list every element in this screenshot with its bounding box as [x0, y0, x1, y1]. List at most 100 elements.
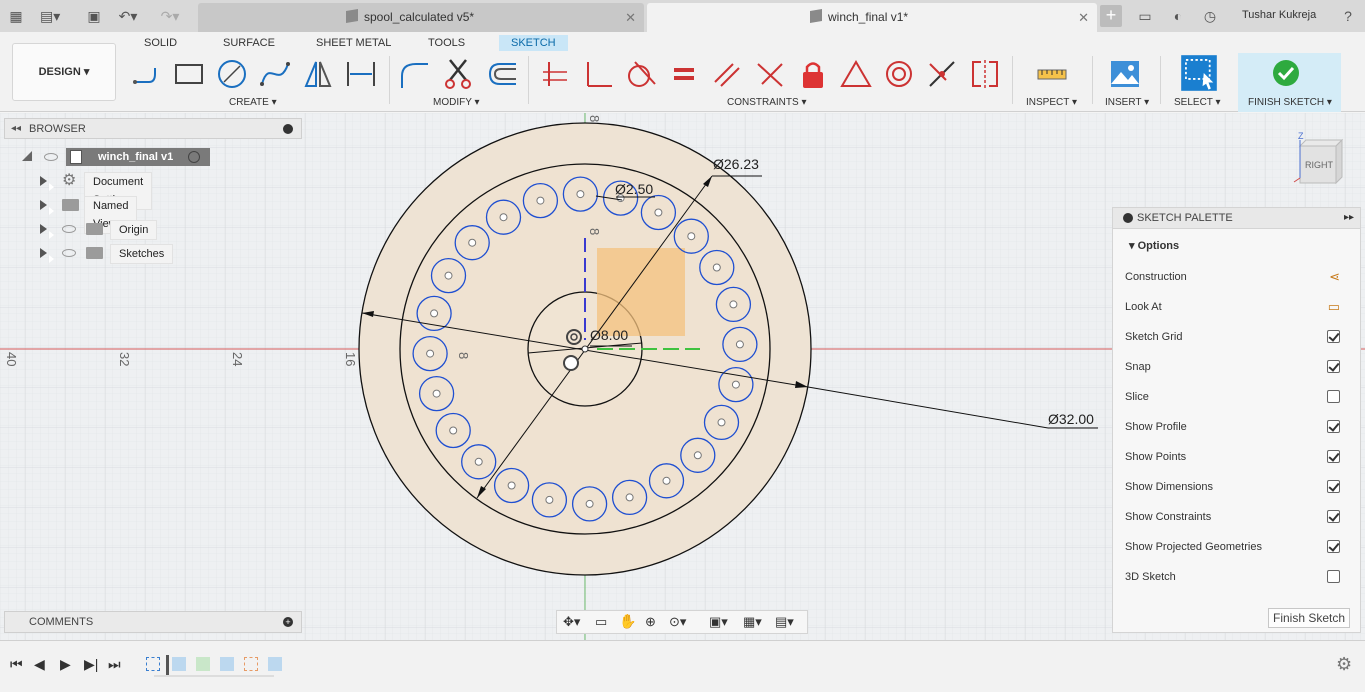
timeline-track[interactable]	[146, 655, 284, 677]
sketch-feature-icon[interactable]	[146, 657, 160, 671]
palette-option-show-points[interactable]: Show Points	[1125, 449, 1350, 465]
display-settings-icon[interactable]: ▣▾	[709, 614, 728, 630]
construction-icon[interactable]: ⋖	[1329, 269, 1340, 285]
inspect-menu[interactable]: INSPECT ▾	[1026, 97, 1077, 108]
file-menu-icon[interactable]: ▤▾	[40, 6, 60, 26]
midpoint-icon[interactable]	[840, 58, 872, 90]
hole-center-point[interactable]	[430, 309, 439, 318]
undo-icon[interactable]: ↶▾	[118, 6, 138, 26]
hole-center-point[interactable]	[507, 481, 516, 490]
checkbox[interactable]	[1327, 390, 1340, 403]
create-menu[interactable]: CREATE ▾	[229, 97, 277, 108]
fix-lock-icon[interactable]	[797, 58, 829, 90]
constraints-menu[interactable]: CONSTRAINTS ▾	[727, 97, 806, 108]
palette-option-show-profile[interactable]: Show Profile	[1125, 419, 1350, 435]
offset-tool-icon[interactable]	[486, 58, 518, 90]
revolve-feature-icon[interactable]	[196, 657, 210, 671]
palette-option-construction[interactable]: Construction ⋖	[1125, 269, 1350, 285]
collapse-icon[interactable]: ◂◂	[11, 119, 21, 139]
eye-icon[interactable]	[62, 249, 76, 257]
dimension-text[interactable]: Ø8.00	[590, 327, 628, 343]
activate-radio-icon[interactable]	[188, 151, 200, 163]
palette-header[interactable]: SKETCH PALETTE ▸▸	[1113, 208, 1360, 229]
options-section[interactable]: ▾ Options	[1129, 239, 1179, 252]
checkbox[interactable]	[1327, 510, 1340, 523]
viewports-icon[interactable]: ▤▾	[775, 614, 794, 630]
palette-option-snap[interactable]: Snap	[1125, 359, 1350, 375]
insert-menu[interactable]: INSERT ▾	[1105, 97, 1149, 108]
pattern-feature-icon[interactable]	[220, 657, 234, 671]
expand-icon[interactable]	[40, 224, 54, 239]
point-on-curve-icon[interactable]	[926, 58, 958, 90]
zoom-window-icon[interactable]: ⊙▾	[669, 614, 686, 630]
tab-solid[interactable]: SOLID	[144, 35, 177, 51]
circle-tool-icon[interactable]	[216, 58, 248, 90]
new-tab-button[interactable]: +	[1100, 5, 1122, 27]
select-icon[interactable]	[1180, 54, 1218, 92]
job-status-icon[interactable]: ◷	[1200, 6, 1220, 26]
measure-icon[interactable]	[1036, 58, 1068, 90]
checkbox[interactable]	[1327, 570, 1340, 583]
browser-header[interactable]: ◂◂ BROWSER	[4, 118, 302, 139]
palette-option-show-projected-geometries[interactable]: Show Projected Geometries	[1125, 539, 1350, 555]
hole-center-point[interactable]	[499, 213, 508, 222]
finish-sketch-button[interactable]: FINISH SKETCH ▾	[1238, 53, 1341, 112]
collinear-icon[interactable]	[754, 58, 786, 90]
look-at-icon[interactable]: ▭	[595, 614, 607, 630]
checkbox[interactable]	[1327, 420, 1340, 433]
hole-center-point[interactable]	[662, 476, 671, 485]
step-back-icon[interactable]: ◀	[34, 656, 45, 673]
hole-center-point[interactable]	[545, 495, 554, 504]
app-grid-icon[interactable]: ▦	[6, 6, 26, 26]
hole-center-point[interactable]	[731, 380, 740, 389]
hole-center-point[interactable]	[432, 389, 441, 398]
timeline-marker[interactable]	[166, 655, 169, 677]
symmetry-icon[interactable]	[969, 58, 1001, 90]
add-comment-icon[interactable]: +	[283, 617, 293, 627]
eye-icon[interactable]	[62, 225, 76, 233]
checkbox[interactable]	[1327, 480, 1340, 493]
step-forward-icon[interactable]: ▶|	[84, 656, 98, 673]
select-menu[interactable]: SELECT ▾	[1174, 97, 1221, 108]
spline-tool-icon[interactable]	[259, 58, 291, 90]
help-icon[interactable]: ?	[1338, 6, 1358, 26]
tab-surface[interactable]: SURFACE	[223, 35, 275, 51]
grid-settings-icon[interactable]: ▦▾	[743, 614, 762, 630]
hole-center-point[interactable]	[444, 271, 453, 280]
trim-tool-icon[interactable]	[442, 58, 474, 90]
mirror-tool-icon[interactable]	[302, 58, 334, 90]
center-point[interactable]	[581, 345, 589, 353]
view-cube-face[interactable]: RIGHT	[1305, 160, 1334, 170]
checkbox[interactable]	[1327, 360, 1340, 373]
insert-image-icon[interactable]	[1109, 58, 1141, 90]
hole-center-point[interactable]	[654, 208, 663, 217]
redo-icon[interactable]: ↷▾	[160, 6, 180, 26]
user-name[interactable]: Tushar Kukreja	[1242, 9, 1316, 21]
hole-center-point[interactable]	[687, 232, 696, 241]
dimension-tool-icon[interactable]	[345, 58, 377, 90]
expand-panel-icon[interactable]: ▸▸	[1344, 208, 1354, 228]
concentric-icon[interactable]	[883, 58, 915, 90]
sketch-feature-icon[interactable]	[244, 657, 258, 671]
extrude-feature-icon[interactable]	[172, 657, 186, 671]
look-at-icon[interactable]: ▭	[1328, 299, 1340, 315]
hole-center-point[interactable]	[474, 457, 483, 466]
save-icon[interactable]: ▣	[84, 6, 104, 26]
hole-center-point[interactable]	[449, 426, 458, 435]
finish-sketch-palette-button[interactable]: Finish Sketch	[1268, 608, 1350, 628]
extensions-icon[interactable]: ◐	[1168, 6, 1188, 26]
checkbox[interactable]	[1327, 330, 1340, 343]
hole-center-point[interactable]	[735, 340, 744, 349]
hole-center-point[interactable]	[625, 493, 634, 502]
workspace-switcher[interactable]: DESIGN ▾	[12, 43, 116, 101]
close-icon[interactable]: ✕	[1078, 3, 1089, 32]
palette-option-look-at[interactable]: Look At ▭	[1125, 299, 1350, 315]
palette-option-3d-sketch[interactable]: 3D Sketch	[1125, 569, 1350, 585]
checkbox[interactable]	[1327, 450, 1340, 463]
hole-center-point[interactable]	[576, 190, 585, 199]
gear-icon[interactable]: ⚙	[1336, 654, 1352, 675]
doc-tab-spool[interactable]: spool_calculated v5* ✕	[198, 3, 644, 32]
tab-tools[interactable]: TOOLS	[428, 35, 465, 51]
tab-sketch[interactable]: SKETCH	[499, 35, 568, 51]
palette-option-show-constraints[interactable]: Show Constraints	[1125, 509, 1350, 525]
